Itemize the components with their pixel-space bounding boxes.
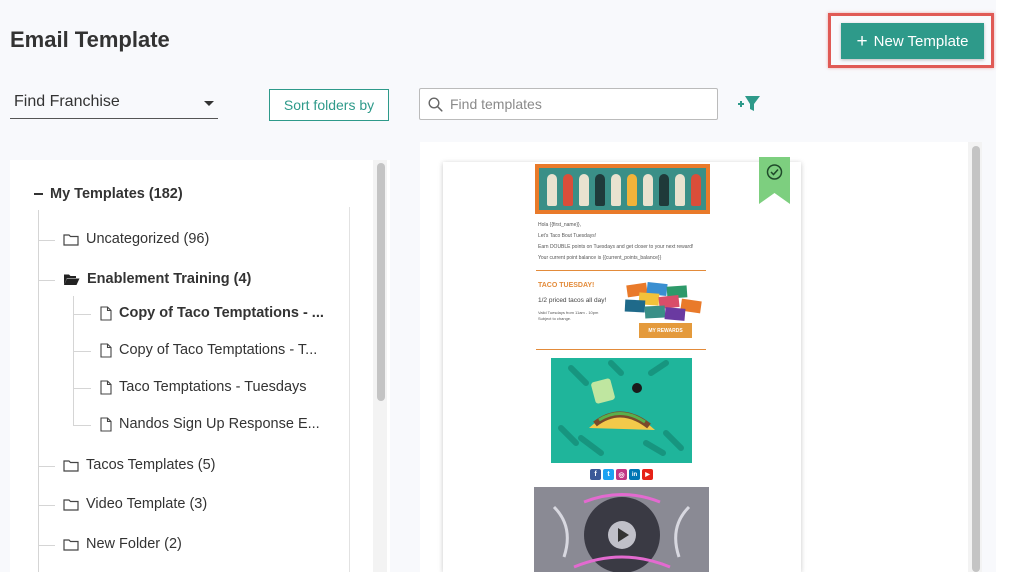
email-divider — [536, 270, 706, 271]
tree-file[interactable]: Nandos Sign Up Response E... — [100, 416, 320, 432]
file-icon — [100, 305, 112, 321]
tree-guide-line — [74, 314, 91, 315]
tree-file[interactable]: Copy of Taco Temptations - T... — [100, 342, 317, 358]
instagram-icon: ◎ — [616, 469, 627, 480]
new-template-button[interactable]: + New Template — [841, 23, 984, 59]
tree-file-selected[interactable]: Copy of Taco Temptations - ... — [100, 305, 324, 321]
email-taco-image — [551, 358, 692, 463]
linkedin-icon: in — [629, 469, 640, 480]
tree-guide-line — [39, 466, 55, 467]
folder-icon — [63, 498, 79, 511]
folder-tree-scroll-thumb[interactable] — [377, 163, 385, 401]
email-video-image — [534, 487, 709, 572]
page-title: Email Template — [10, 27, 170, 52]
folder-icon — [63, 459, 79, 472]
email-banner-image — [535, 164, 710, 214]
email-line: Your current point balance is {{current_… — [538, 255, 662, 261]
tree-guide-line — [39, 505, 55, 506]
file-icon — [100, 416, 112, 432]
email-fine-print: Subject to change. — [538, 316, 572, 321]
email-section-title: TACO TUESDAY! — [538, 282, 595, 289]
email-social-icons: f t ◎ in ▶ — [590, 469, 653, 480]
tree-root-my-templates[interactable]: My Templates (182) — [34, 186, 183, 202]
email-line: Let's Taco Bout Tuesdays! — [538, 233, 597, 239]
youtube-icon: ▶ — [642, 469, 653, 480]
email-section-subtitle: 1/2 priced tacos all day! — [538, 297, 607, 304]
tree-guide-line — [74, 351, 91, 352]
facebook-icon: f — [590, 469, 601, 480]
plus-icon: + — [856, 30, 868, 52]
twitter-icon: t — [603, 469, 614, 480]
search-icon — [428, 96, 443, 112]
tree-divider — [349, 207, 350, 572]
email-rewards-button: MY REWARDS — [639, 323, 692, 338]
tree-folder-video-template[interactable]: Video Template (3) — [63, 496, 207, 512]
email-divider — [536, 349, 706, 350]
search-input[interactable] — [450, 96, 710, 112]
tree-guide-line — [39, 280, 55, 281]
tree-guide-line — [74, 388, 91, 389]
franchise-select-value: Find Franchise — [14, 93, 120, 110]
file-icon — [100, 342, 112, 358]
email-line: Hola {{first_name}}, — [538, 222, 582, 228]
tree-item-label: Copy of Taco Temptations - ... — [119, 305, 324, 321]
template-card[interactable]: Hola {{first_name}}, Let's Taco Bout Tue… — [443, 162, 801, 572]
file-icon — [100, 379, 112, 395]
email-line: Earn DOUBLE points on Tuesdays and get c… — [538, 244, 694, 250]
search-box[interactable] — [419, 88, 718, 120]
tree-folder-enablement-training[interactable]: Enablement Training (4) — [63, 271, 251, 287]
tree-item-label: Enablement Training (4) — [87, 271, 252, 287]
tree-guide-line — [74, 425, 91, 426]
tree-guide-line — [39, 545, 55, 546]
new-template-highlight: + New Template — [828, 13, 994, 68]
new-template-label: New Template — [873, 32, 969, 50]
email-fine-print: Valid Tuesdays from 11am - 10pm — [538, 310, 599, 315]
tree-guide-line — [73, 296, 74, 426]
preview-scroll-thumb[interactable] — [972, 146, 980, 572]
tree-item-label: New Folder (2) — [86, 536, 182, 552]
tree-guide-line — [39, 240, 55, 241]
folder-icon — [63, 538, 79, 551]
sort-folders-button[interactable]: Sort folders by — [269, 89, 389, 121]
tree-item-label: Nandos Sign Up Response E... — [119, 416, 320, 432]
tree-folder-uncategorized[interactable]: Uncategorized (96) — [63, 231, 209, 247]
tree-folder-tacos-templates[interactable]: Tacos Templates (5) — [63, 457, 215, 473]
folder-icon — [63, 233, 79, 246]
tree-item-label: Tacos Templates (5) — [86, 457, 216, 473]
tree-item-label: Taco Temptations - Tuesdays — [119, 379, 307, 395]
collapse-icon[interactable] — [34, 193, 43, 195]
folder-open-icon — [64, 274, 80, 285]
tree-item-label: Video Template (3) — [86, 496, 208, 512]
tree-item-label: Uncategorized (96) — [86, 231, 210, 247]
tree-file[interactable]: Taco Temptations - Tuesdays — [100, 379, 307, 395]
tree-folder-new-folder[interactable]: New Folder (2) — [63, 536, 182, 552]
franchise-select[interactable]: Find Franchise — [10, 88, 218, 119]
tree-item-label: Copy of Taco Temptations - T... — [119, 342, 318, 358]
tree-root-label: My Templates (182) — [50, 186, 183, 202]
tree-guide-line — [38, 210, 39, 572]
default-template-ribbon — [759, 157, 790, 204]
caret-down-icon — [204, 101, 214, 106]
add-filter-icon[interactable] — [737, 94, 761, 114]
